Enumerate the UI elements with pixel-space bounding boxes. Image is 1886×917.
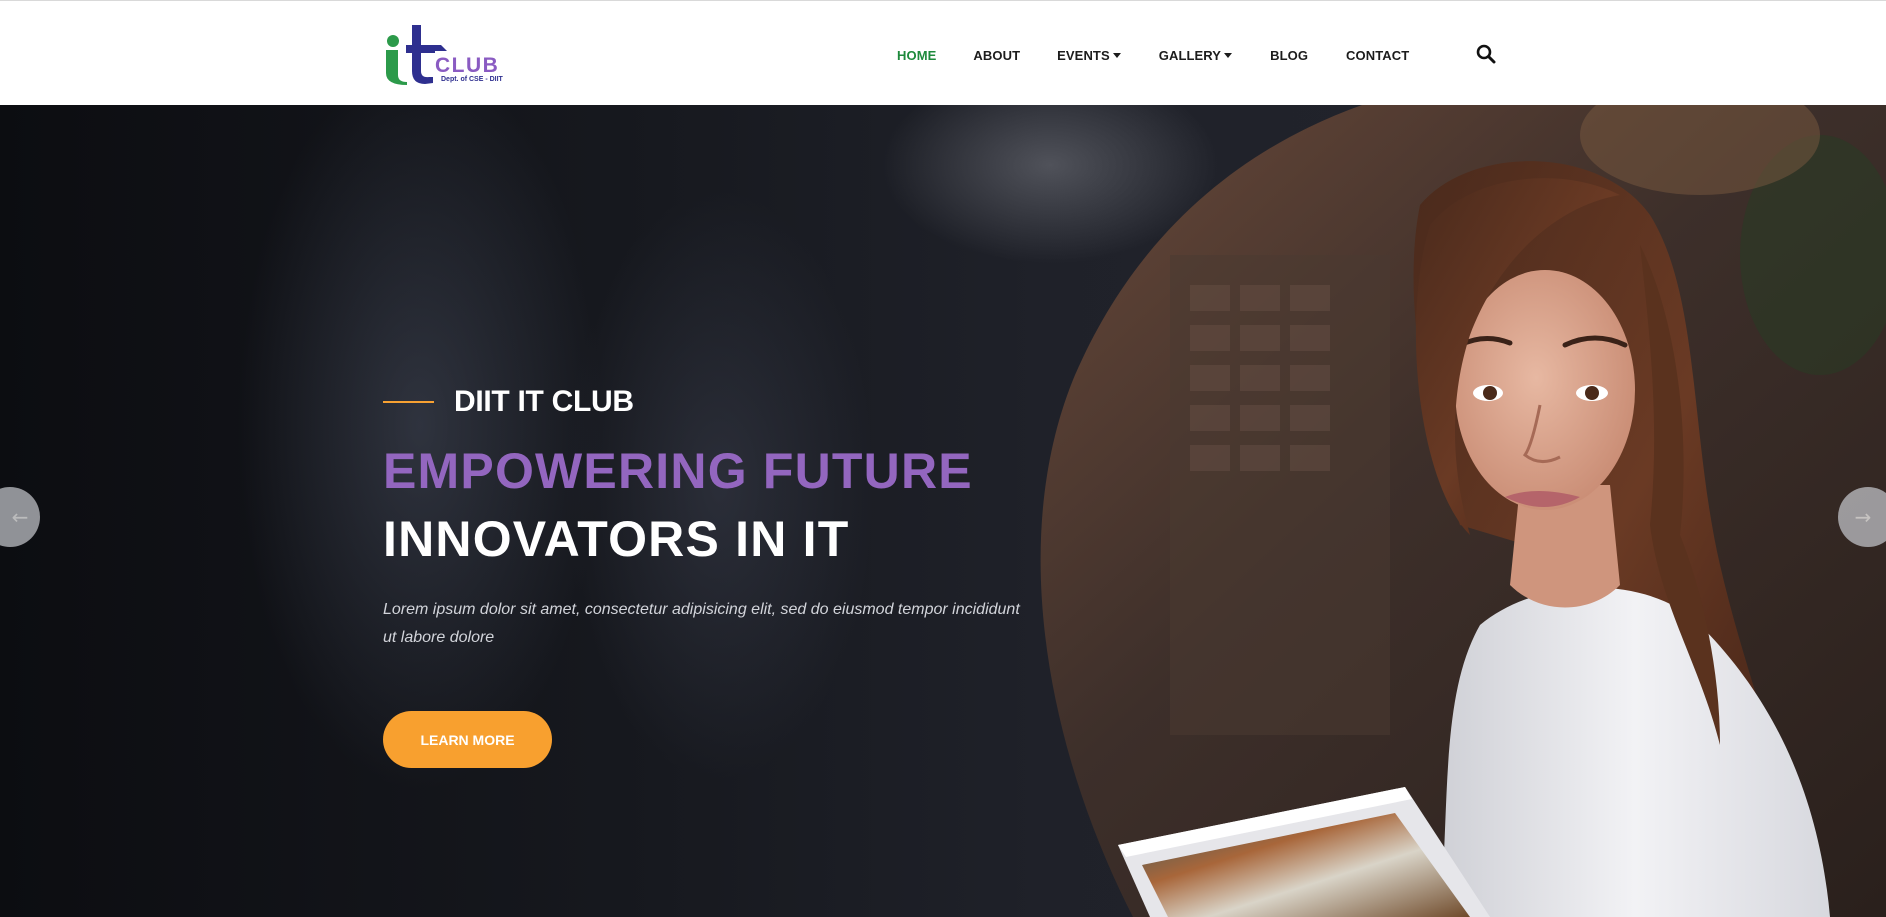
hero-headline-line1: EMPOWERING FUTURE — [383, 443, 973, 499]
nav-about-label: ABOUT — [973, 47, 1021, 63]
caret-down-icon — [1112, 53, 1121, 58]
nav-gallery-label: GALLERY — [1158, 47, 1222, 63]
logo-club-text: CLUB — [435, 54, 499, 77]
hero-description: Lorem ipsum dolor sit amet, consectetur … — [383, 601, 1020, 646]
hero-eyebrow-text: DIIT IT CLUB — [454, 385, 634, 418]
nav-home[interactable]: HOME — [897, 48, 936, 63]
logo-tagline: Dept. of CSE - DIIT — [441, 76, 504, 83]
nav-about[interactable]: ABOUT — [973, 48, 1020, 63]
nav-home-label: HOME — [897, 47, 937, 63]
search-icon — [1476, 44, 1496, 64]
nav-events-label: EVENTS — [1057, 47, 1110, 63]
eyebrow-divider — [383, 401, 434, 403]
nav-blog-label: BLOG — [1270, 47, 1309, 63]
hero-slider: DIIT IT CLUB EMPOWERING FUTURE INNOVATOR… — [0, 105, 1886, 917]
site-logo[interactable]: CLUB Dept. of CSE - DIIT — [383, 23, 517, 85]
caret-down-icon — [1224, 53, 1233, 58]
arrow-left-icon: ← — [11, 505, 29, 529]
site-header: CLUB Dept. of CSE - DIIT HOME ABOUT EVEN… — [0, 0, 1886, 105]
hero-headline-line2: INNOVATORS IN IT — [383, 511, 850, 567]
search-button[interactable] — [1476, 44, 1496, 64]
hero-content: DIIT IT CLUB EMPOWERING FUTURE INNOVATOR… — [383, 105, 1043, 917]
main-nav: HOME ABOUT EVENTS GALLERY BLOG CONTACT — [897, 45, 1409, 65]
nav-blog[interactable]: BLOG — [1270, 48, 1308, 63]
it-club-logo-icon: CLUB Dept. of CSE - DIIT — [386, 25, 504, 85]
hero-eyebrow: DIIT IT CLUB — [383, 385, 634, 419]
nav-gallery[interactable]: GALLERY — [1158, 47, 1233, 63]
arrow-right-icon: → — [1854, 505, 1872, 529]
nav-contact[interactable]: CONTACT — [1346, 48, 1409, 63]
nav-contact-label: CONTACT — [1346, 47, 1410, 63]
learn-more-button[interactable]: LEARN MORE — [383, 711, 552, 768]
nav-events[interactable]: EVENTS — [1057, 48, 1121, 63]
